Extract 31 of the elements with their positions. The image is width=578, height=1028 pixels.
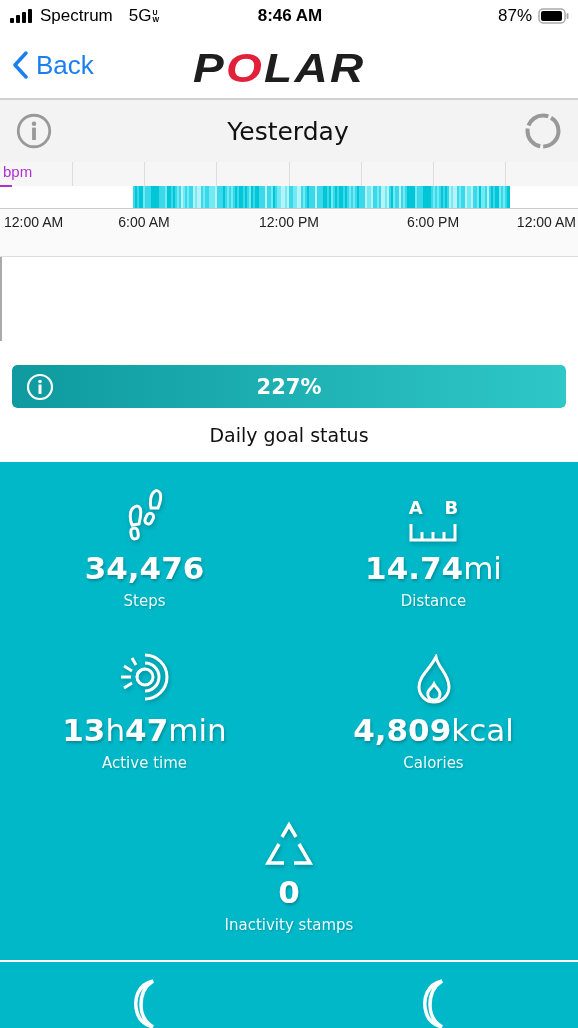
clock-time: 8:46 AM	[257, 6, 323, 26]
stat-value: 4,809kcal	[353, 712, 514, 748]
time-label: 6:00 PM	[406, 214, 460, 230]
stat-label: Steps	[123, 592, 166, 610]
carrier-name: Spectrum	[40, 6, 113, 26]
stat-value: 13h47min	[62, 712, 227, 748]
battery-percent: 87%	[497, 6, 532, 26]
battery-icon	[538, 8, 570, 24]
goal-caption: Daily goal status	[209, 424, 369, 446]
broken-triangle-icon	[262, 820, 316, 866]
chevron-left-icon	[12, 51, 28, 79]
time-label: 12:00 PM	[259, 214, 319, 230]
network-type: 5G	[128, 6, 152, 26]
stat-value: 0	[278, 874, 300, 910]
stat-label: Inactivity stamps	[224, 916, 354, 934]
info-icon[interactable]	[16, 113, 52, 149]
stat-label: Distance	[400, 592, 467, 610]
time-label: 12:00 AM	[4, 214, 64, 230]
signal-icon	[10, 9, 34, 23]
flame-icon	[415, 654, 452, 704]
loading-ring-icon	[524, 112, 562, 150]
stat-label: Calories	[403, 754, 464, 772]
stat-value: 34,476	[84, 550, 205, 586]
day-title: Yesterday	[227, 116, 349, 146]
stat-label: Active time	[101, 754, 188, 772]
time-label: 12:00 AM	[516, 214, 576, 230]
stat-value: 14.74mi	[365, 550, 502, 586]
back-button[interactable]: Back	[0, 49, 94, 81]
unit-label: bpm	[3, 163, 33, 180]
time-label: 6:00 AM	[118, 214, 170, 230]
brand-logo: POLAR	[193, 46, 366, 91]
